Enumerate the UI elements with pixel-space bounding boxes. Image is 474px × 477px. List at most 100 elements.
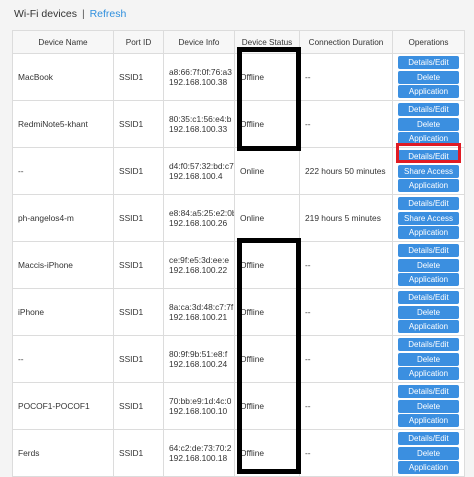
application-button[interactable]: Application bbox=[398, 273, 459, 286]
table-row: POCOF1-POCOF1 SSID1 70:bb:e9:1d:4c:0 192.16… bbox=[12, 382, 465, 430]
device-info-cell: ce:9f:e5:3d:ee:e 192.168.100.22 bbox=[163, 241, 235, 289]
delete-button[interactable]: Delete bbox=[398, 117, 459, 131]
refresh-link[interactable]: Refresh bbox=[90, 8, 127, 20]
port-id-cell: SSID1 bbox=[113, 100, 164, 148]
device-status-cell: Offline bbox=[234, 53, 300, 101]
port-id-cell: SSID1 bbox=[113, 53, 164, 101]
page-title: Wi-Fi devices bbox=[14, 8, 78, 20]
application-button[interactable]: Application bbox=[398, 461, 459, 474]
connection-duration-cell: -- bbox=[299, 382, 393, 430]
col-device-info: Device Info bbox=[163, 30, 235, 54]
device-status-cell: Offline bbox=[234, 241, 300, 289]
ip-address: 192.168.100.24 bbox=[169, 359, 228, 369]
table-row: Ferds SSID1 64:c2:de:73:70:2 192.168.100.18… bbox=[12, 429, 465, 477]
ip-address: 192.168.100.26 bbox=[169, 218, 228, 228]
application-button[interactable]: Application bbox=[398, 85, 459, 98]
details-edit-button[interactable]: Details/Edit bbox=[398, 56, 459, 69]
mac-address: 64:c2:de:73:70:2 bbox=[169, 443, 232, 453]
application-button[interactable]: Application bbox=[398, 132, 459, 145]
mac-address: a8:66:7f:0f:76:a3 bbox=[169, 67, 232, 77]
operations-cell: Details/Edit Delete Application bbox=[392, 100, 465, 148]
application-button[interactable]: Application bbox=[398, 179, 459, 192]
mac-address: 8a:ca:3d:48:c7:7f bbox=[169, 302, 234, 312]
device-status-cell: Offline bbox=[234, 429, 300, 477]
col-device-name: Device Name bbox=[12, 30, 114, 54]
device-status-cell: Online bbox=[234, 147, 300, 195]
details-edit-button[interactable]: Details/Edit bbox=[398, 432, 459, 445]
operations-cell: Details/Edit Delete Application bbox=[392, 288, 465, 336]
table-row: -- SSID1 d4:f0:57:32:bd:c7 192.168.100.4 Onl… bbox=[12, 147, 465, 195]
port-id-cell: SSID1 bbox=[113, 194, 164, 242]
application-button[interactable]: Application bbox=[398, 226, 459, 239]
device-status-cell: Online bbox=[234, 194, 300, 242]
port-id-cell: SSID1 bbox=[113, 147, 164, 195]
col-port-id: Port ID bbox=[113, 30, 164, 54]
connection-duration-cell: -- bbox=[299, 335, 393, 383]
mac-address: 80:35:c1:56:e4:b bbox=[169, 114, 232, 124]
delete-button[interactable]: Delete bbox=[398, 258, 459, 272]
operations-cell: Details/Edit Delete Application bbox=[392, 429, 465, 477]
device-info-cell: e8:84:a5:25:e2:0b 192.168.100.26 bbox=[163, 194, 235, 242]
operations-cell: Details/Edit Delete Application bbox=[392, 241, 465, 289]
application-button[interactable]: Application bbox=[398, 320, 459, 333]
operations-cell: Details/Edit Delete Application bbox=[392, 53, 465, 101]
col-operations: Operations bbox=[392, 30, 465, 54]
ip-address: 192.168.100.22 bbox=[169, 265, 228, 275]
device-status-cell: Offline bbox=[234, 335, 300, 383]
details-edit-button[interactable]: Details/Edit bbox=[398, 291, 459, 304]
wifi-devices-table: Device Name Port ID Device Info Device S… bbox=[12, 30, 465, 477]
share-access-button[interactable]: Share Access bbox=[398, 211, 459, 225]
port-id-cell: SSID1 bbox=[113, 382, 164, 430]
header-separator: | bbox=[81, 8, 85, 20]
delete-button[interactable]: Delete bbox=[398, 352, 459, 366]
connection-duration-cell: -- bbox=[299, 429, 393, 477]
connection-duration-cell: -- bbox=[299, 241, 393, 289]
port-id-cell: SSID1 bbox=[113, 335, 164, 383]
port-id-cell: SSID1 bbox=[113, 288, 164, 336]
details-edit-button[interactable]: Details/Edit bbox=[398, 103, 459, 116]
details-edit-button[interactable]: Details/Edit bbox=[398, 150, 459, 163]
device-name-cell: MacBook bbox=[12, 53, 114, 101]
delete-button[interactable]: Delete bbox=[398, 305, 459, 319]
ip-address: 192.168.100.4 bbox=[169, 171, 223, 181]
device-name-cell: iPhone bbox=[12, 288, 114, 336]
port-id-cell: SSID1 bbox=[113, 241, 164, 289]
device-info-cell: d4:f0:57:32:bd:c7 192.168.100.4 bbox=[163, 147, 235, 195]
table-row: MacBook SSID1 a8:66:7f:0f:76:a3 192.168.100… bbox=[12, 53, 465, 101]
connection-duration-cell: -- bbox=[299, 53, 393, 101]
application-button[interactable]: Application bbox=[398, 414, 459, 427]
share-access-button[interactable]: Share Access bbox=[398, 164, 459, 178]
table-row: iPhone SSID1 8a:ca:3d:48:c7:7f 192.168.100.… bbox=[12, 288, 465, 336]
device-name-cell: Ferds bbox=[12, 429, 114, 477]
table-row: Maccis-iPhone SSID1 ce:9f:e5:3d:ee:e 192.16… bbox=[12, 241, 465, 289]
device-info-cell: 70:bb:e9:1d:4c:0 192.168.100.10 bbox=[163, 382, 235, 430]
device-name-cell: -- bbox=[12, 147, 114, 195]
ip-address: 192.168.100.33 bbox=[169, 124, 228, 134]
device-name-cell: ph-angelos4-m bbox=[12, 194, 114, 242]
connection-duration-cell: 219 hours 5 minutes bbox=[299, 194, 393, 242]
details-edit-button[interactable]: Details/Edit bbox=[398, 338, 459, 351]
mac-address: ce:9f:e5:3d:ee:e bbox=[169, 255, 230, 265]
delete-button[interactable]: Delete bbox=[398, 446, 459, 460]
col-connection-duration: Connection Duration bbox=[299, 30, 393, 54]
mac-address: 70:bb:e9:1d:4c:0 bbox=[169, 396, 232, 406]
details-edit-button[interactable]: Details/Edit bbox=[398, 197, 459, 210]
mac-address: e8:84:a5:25:e2:0b bbox=[169, 208, 235, 218]
port-id-cell: SSID1 bbox=[113, 429, 164, 477]
application-button[interactable]: Application bbox=[398, 367, 459, 380]
operations-cell: Details/Edit Delete Application bbox=[392, 382, 465, 430]
details-edit-button[interactable]: Details/Edit bbox=[398, 244, 459, 257]
operations-cell: Details/Edit Delete Application bbox=[392, 335, 465, 383]
device-info-cell: 80:35:c1:56:e4:b 192.168.100.33 bbox=[163, 100, 235, 148]
delete-button[interactable]: Delete bbox=[398, 70, 459, 84]
delete-button[interactable]: Delete bbox=[398, 399, 459, 413]
table-row: ph-angelos4-m SSID1 e8:84:a5:25:e2:0b 192.1… bbox=[12, 194, 465, 242]
connection-duration-cell: -- bbox=[299, 288, 393, 336]
connection-duration-cell: -- bbox=[299, 100, 393, 148]
ip-address: 192.168.100.18 bbox=[169, 453, 228, 463]
operations-cell: Details/Edit Share Access Application bbox=[392, 147, 465, 195]
mac-address: 80:9f:9b:51:e8:f bbox=[169, 349, 228, 359]
device-name-cell: POCOF1-POCOF1 bbox=[12, 382, 114, 430]
ip-address: 192.168.100.10 bbox=[169, 406, 228, 416]
details-edit-button[interactable]: Details/Edit bbox=[398, 385, 459, 398]
